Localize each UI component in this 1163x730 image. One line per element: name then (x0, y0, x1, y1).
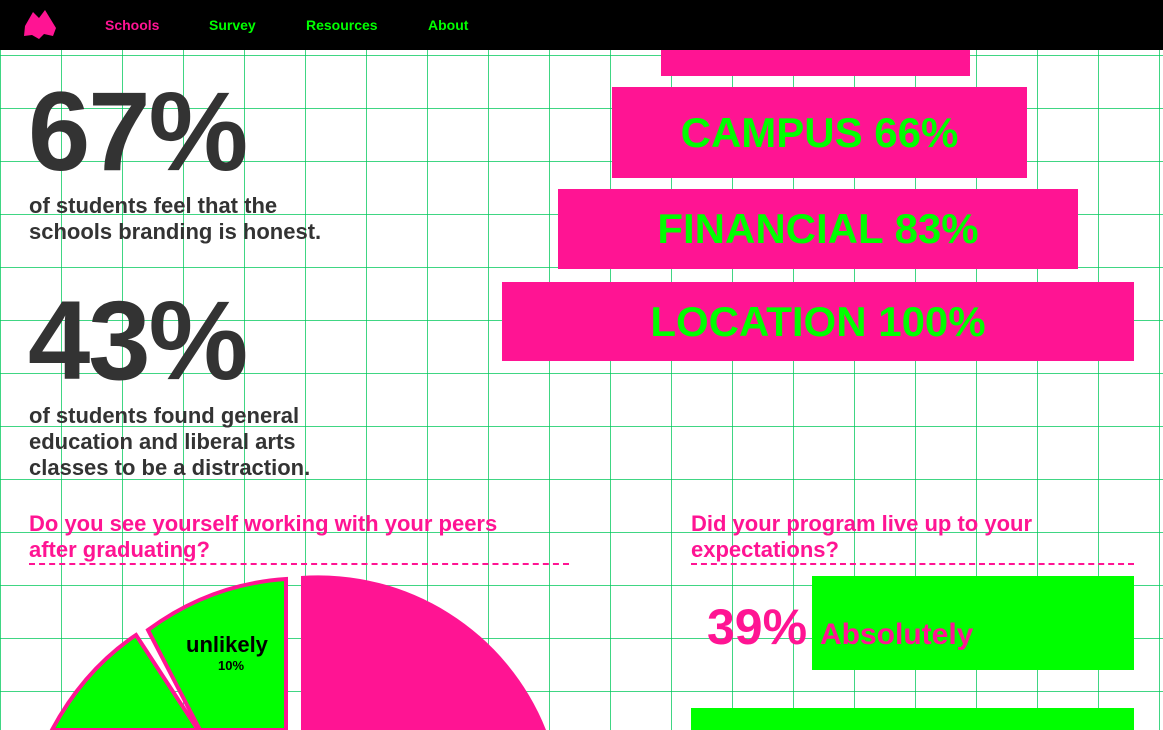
stat-gened-line: classes to be a distraction. (29, 455, 311, 480)
stat-branding-line: of students feel that the (29, 193, 278, 218)
stat-gened-line: education and liberal arts (29, 429, 296, 454)
question-peers-title: Do you see yourself working with your pe… (29, 511, 497, 563)
pyramid-bar-campus: CAMPUS 66% (612, 87, 1027, 178)
pyramid-bar-top (661, 50, 970, 76)
stat-gened-line: of students found general (29, 403, 300, 428)
nav-link-survey[interactable]: Survey (209, 17, 256, 33)
top-nav-bar: Schools Survey Resources About (0, 0, 1163, 50)
question-peers-line: Do you see yourself working with your pe… (29, 511, 498, 536)
stat-gened-description: of students found general education and … (29, 403, 310, 481)
pie-slice-unlikely-label: unlikely (186, 632, 268, 657)
stat-gened-value: 43% (28, 278, 248, 403)
peers-pie-chart (49, 575, 546, 730)
pyramid-bar-financial: FINANCIAL 83% (558, 189, 1078, 269)
stat-branding-line: schools branding is honest. (29, 219, 322, 244)
bar-label-financial: FINANCIAL 83% (657, 205, 979, 252)
answer-absolutely-label: Absolutely (820, 618, 974, 651)
pyramid-bar-location: LOCATION 100% (502, 282, 1134, 361)
question-peers-line: after graduating? (29, 537, 210, 562)
bar-label-campus: CAMPUS 66% (680, 108, 959, 156)
pie-slice-unlikely-percent: 10% (218, 658, 245, 673)
answer-second-bar (691, 708, 1134, 730)
question-expectations-line: Did your program live up to your (691, 511, 1033, 536)
pie-slice-large (301, 575, 546, 730)
stat-branding-value: 67% (28, 69, 248, 194)
answer-absolutely-percent: 39% (707, 599, 808, 655)
nav-link-about[interactable]: About (428, 17, 468, 33)
question-expectations-divider (691, 563, 1134, 565)
nav-link-schools[interactable]: Schools (105, 17, 159, 33)
mountain-logo-icon[interactable] (22, 8, 58, 40)
question-expectations-line: expectations? (691, 537, 839, 562)
nav-link-resources[interactable]: Resources (306, 17, 378, 33)
stat-branding-description: of students feel that the schools brandi… (29, 193, 321, 245)
question-expectations-title: Did your program live up to your expecta… (691, 511, 1032, 563)
bar-label-location: LOCATION 100% (650, 297, 986, 345)
question-peers-divider (29, 563, 569, 565)
